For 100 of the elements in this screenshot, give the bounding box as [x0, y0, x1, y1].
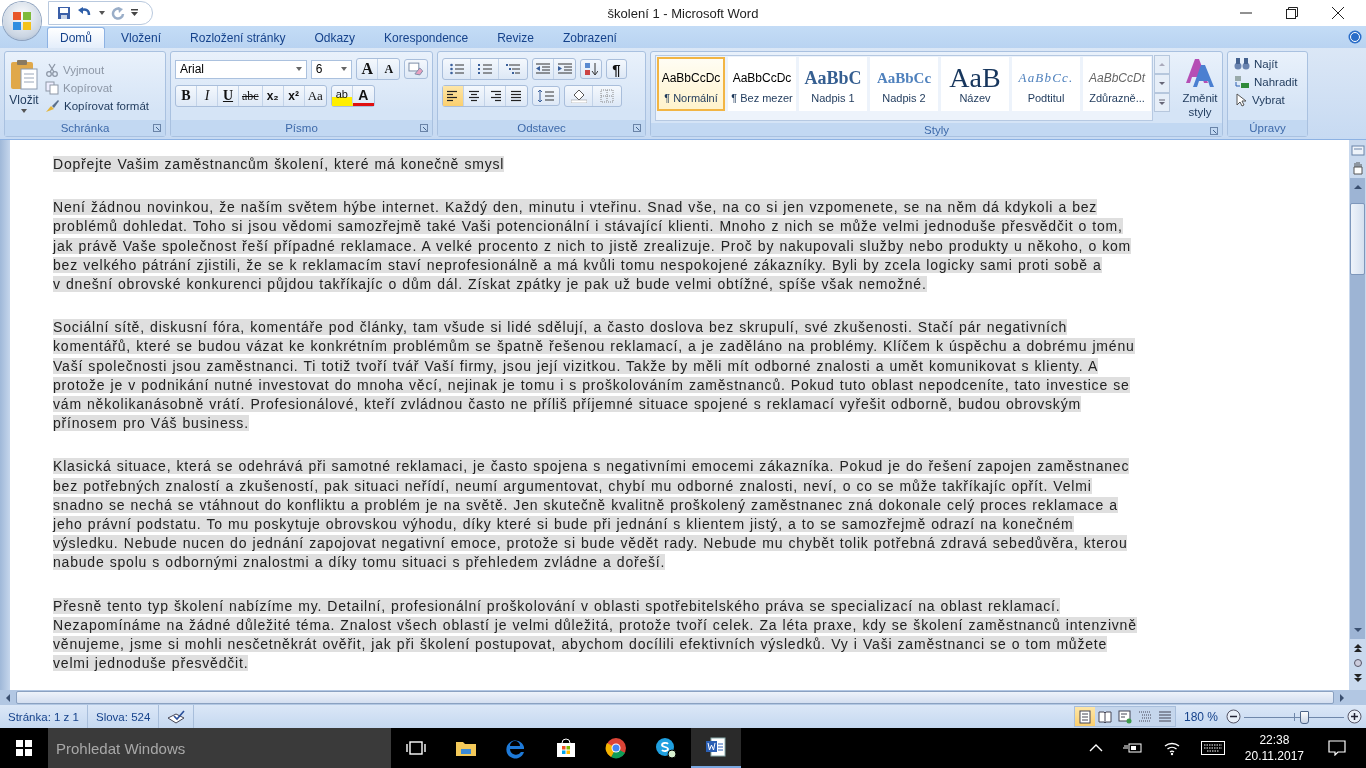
- zoom-level[interactable]: 180 %: [1175, 709, 1226, 724]
- find-button[interactable]: Najít: [1232, 56, 1307, 72]
- word-taskbar-button[interactable]: [691, 728, 741, 768]
- dialog-launcher-icon[interactable]: [1210, 127, 1218, 135]
- style-item[interactable]: AaBbCcDc ¶ Normální: [657, 57, 725, 111]
- office-button[interactable]: [3, 2, 41, 40]
- replace-button[interactable]: Nahradit: [1232, 74, 1307, 90]
- format-button[interactable]: abc: [239, 86, 263, 106]
- dialog-launcher-icon[interactable]: [633, 124, 641, 132]
- open-book-icon: [1097, 709, 1112, 724]
- ribbon-tab[interactable]: Rozložení stránky: [177, 27, 299, 48]
- dropdown-caret-icon: [295, 67, 302, 71]
- dropdown-caret-icon: [341, 67, 348, 71]
- keyboard-icon[interactable]: [1200, 741, 1225, 755]
- sort-button[interactable]: [580, 59, 602, 79]
- ribbon-tab[interactable]: Revize: [484, 27, 547, 48]
- format-button[interactable]: B: [176, 86, 197, 106]
- restore-icon[interactable]: [1286, 7, 1298, 19]
- lines-icon: [1157, 709, 1172, 724]
- style-item[interactable]: AaBbCcDc ¶ Bez mezer: [728, 57, 796, 111]
- style-item[interactable]: AaBbCcDt Zdůrazně...: [1083, 57, 1151, 111]
- align-left-icon: [446, 90, 460, 102]
- paragraph: Klasická situace, která se odehrává při samotné reklamaci, je často spojena s negativními emocemi zákazníka. Pokud je do řešení zapojen zaměstnanec bez potřebných znalostí a zkušeností, pak situaci neřídí, neumí argumentovat, chybí mu odborné znalosti, neví, o co se může takříkajíc opřít. Velmi snadno se nechá se vtáhnout do konfliktu a problém je na světě. Jen skutečně kvalitně proškolený zaměstnanec zná dokonale celý proces reklamace a jeho právní podstatu. To mu poskytuje obrovskou výhodu, díky které si bude při jednání s klientem jistý, a to se samozřejmě odrazí na konečném výsledku. Nebude nucen do jednání zapojovat negativní emoce, protože si bude vědět rady. Nebude mu chybět tolik potřebná zdravá sebedůvěra, kterou nabude spolu s odbornými znalostmi a díky tomu situaci s přehledem zvládne a dořeší.: [53, 457, 1131, 573]
- clear-formatting-button[interactable]: [404, 59, 428, 79]
- scrollbar-thumb[interactable]: [1350, 203, 1365, 275]
- wifi-icon[interactable]: [1162, 740, 1181, 756]
- notifications-icon[interactable]: [1328, 740, 1346, 756]
- zoom-in-icon[interactable]: [1347, 709, 1362, 724]
- format-painter-button[interactable]: Kopírovat formát: [43, 98, 151, 114]
- paint-bucket-icon: [570, 89, 587, 103]
- line-spacing-button[interactable]: [532, 86, 560, 106]
- office-logo-icon: [11, 10, 33, 32]
- document-w-icon: [705, 736, 727, 758]
- style-item[interactable]: AaBbC Nadpis 1: [799, 57, 867, 111]
- battery-plug-icon[interactable]: [1122, 741, 1143, 755]
- decrease-indent-button[interactable]: [533, 59, 554, 79]
- format-button[interactable]: x₂: [262, 86, 284, 106]
- dialog-launcher-icon[interactable]: [420, 124, 428, 132]
- style-item[interactable]: AaBbCc Nadpis 2: [870, 57, 938, 111]
- dropdown-caret-icon: [21, 109, 27, 113]
- group-label: Písmo: [285, 122, 318, 134]
- ribbon-tab[interactable]: Zobrazení: [549, 27, 630, 48]
- hand-icon[interactable]: [1350, 161, 1365, 175]
- show-marks-button[interactable]: ¶: [606, 59, 627, 79]
- dropdown-caret-icon[interactable]: [99, 11, 105, 15]
- group-label: Úpravy: [1249, 122, 1286, 134]
- scissors-icon: [45, 63, 59, 77]
- paintbrush-icon: [45, 99, 60, 113]
- ribbon-tab[interactable]: Vložení: [108, 27, 175, 48]
- zoom-out-icon[interactable]: [1226, 709, 1241, 724]
- ribbon-tab[interactable]: Domů: [47, 27, 105, 48]
- sort-icon: [584, 62, 598, 76]
- paste-button[interactable]: Vložit: [5, 57, 43, 115]
- shrink-font-button[interactable]: A: [378, 59, 400, 79]
- ruler-toggle-icon[interactable]: [1350, 144, 1365, 158]
- save-icon[interactable]: [57, 6, 71, 20]
- group-label: Schránka: [60, 122, 110, 134]
- group-label: Styly: [924, 123, 949, 136]
- ribbon-tab[interactable]: Odkazy: [301, 27, 369, 48]
- taskbar-clock[interactable]: 22:38 20.11.2017: [1234, 732, 1314, 764]
- style-item[interactable]: AaB Název: [941, 57, 1009, 111]
- page-icon: [1077, 709, 1092, 724]
- help-icon[interactable]: [1348, 30, 1362, 44]
- proofing-check-icon[interactable]: [167, 709, 186, 724]
- line-spacing-icon: [538, 89, 554, 103]
- cursor-icon: [1234, 93, 1248, 107]
- format-button[interactable]: Aa: [304, 86, 326, 106]
- vertical-scrollbar[interactable]: [1349, 140, 1366, 690]
- indent-icon: [557, 63, 572, 75]
- customize-toolbar-icon[interactable]: [131, 9, 138, 17]
- select-button[interactable]: Vybrat: [1232, 92, 1307, 108]
- font-color-button[interactable]: A: [352, 86, 374, 106]
- font-size-field[interactable]: 6: [310, 59, 353, 79]
- align-right-icon: [488, 90, 502, 102]
- eraser-icon: [408, 62, 424, 76]
- web-page-icon: [1117, 709, 1132, 724]
- format-button[interactable]: U: [218, 86, 239, 106]
- replace-icon: [1234, 75, 1250, 89]
- scrollbar-thumb[interactable]: [16, 691, 1334, 704]
- grow-font-button[interactable]: A: [357, 59, 379, 79]
- chrome-logo-icon: [605, 737, 627, 759]
- align-button[interactable]: [443, 86, 464, 106]
- taskbar-search-field[interactable]: Prohledat Windows: [48, 728, 391, 768]
- style-item[interactable]: AaBbCc. Podtitul: [1012, 57, 1080, 111]
- change-styles-button[interactable]: Změnit styly: [1174, 55, 1226, 121]
- format-button[interactable]: I: [197, 86, 218, 106]
- zoom-slider-thumb[interactable]: [1300, 710, 1309, 724]
- ribbon-tab[interactable]: Korespondence: [371, 27, 482, 48]
- outdent-icon: [536, 63, 550, 75]
- dialog-launcher-icon[interactable]: [153, 124, 161, 132]
- clock-date: 20.11.2017: [1244, 748, 1304, 764]
- format-button[interactable]: x²: [283, 86, 305, 106]
- letter-e-icon: [505, 737, 527, 759]
- view-button[interactable]: [1074, 707, 1095, 726]
- close-icon[interactable]: [1332, 7, 1344, 19]
- numbered-list-icon: [477, 63, 492, 75]
- text-highlight-button[interactable]: ab: [331, 86, 353, 106]
- chevron-up-icon[interactable]: [1088, 743, 1103, 753]
- horizontal-scrollbar[interactable]: [0, 690, 1366, 705]
- font-family-field[interactable]: Arial: [175, 59, 307, 79]
